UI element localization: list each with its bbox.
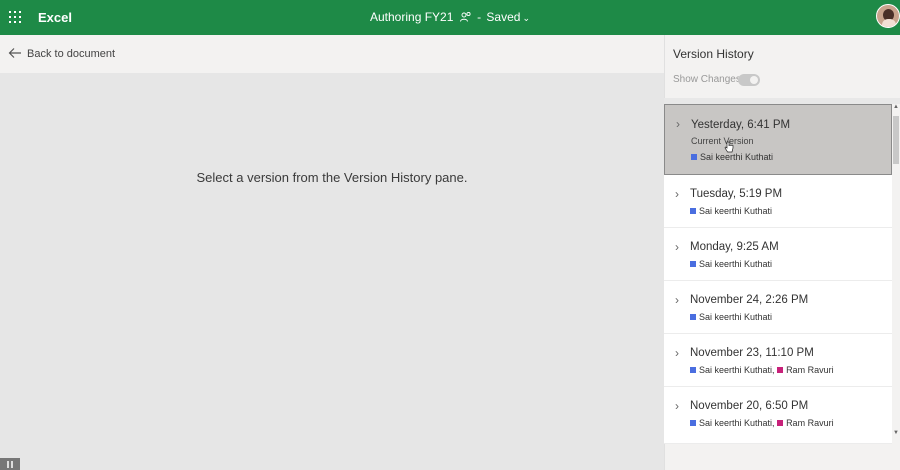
version-authors: Sai keerthi Kuthati bbox=[690, 312, 772, 322]
author-color-marker bbox=[691, 154, 697, 160]
version-authors: Sai keerthi Kuthati, Ram Ravuri bbox=[690, 418, 834, 428]
pane-title: Version History bbox=[673, 47, 754, 61]
mouse-pointer-icon bbox=[724, 141, 734, 153]
version-list: › Yesterday, 6:41 PM Current Version Sai… bbox=[664, 104, 892, 444]
chevron-right-icon[interactable]: › bbox=[675, 399, 679, 413]
current-version-label: Current Version bbox=[691, 136, 754, 146]
author-name: Ram Ravuri bbox=[786, 365, 834, 375]
author-color-marker bbox=[690, 314, 696, 320]
version-item[interactable]: › November 20, 6:50 PM Sai keerthi Kutha… bbox=[664, 387, 892, 444]
avatar[interactable] bbox=[876, 4, 900, 28]
author-name: Sai keerthi Kuthati bbox=[699, 259, 773, 269]
version-item[interactable]: › Tuesday, 5:19 PM Sai keerthi Kuthati bbox=[664, 175, 892, 228]
show-changes-label: Show Changes bbox=[673, 74, 741, 85]
back-to-document-link[interactable]: Back to document bbox=[27, 48, 115, 60]
version-authors: Sai keerthi Kuthati bbox=[690, 259, 772, 269]
version-authors: Sai keerthi Kuthati, Ram Ravuri bbox=[690, 365, 834, 375]
author-color-marker bbox=[777, 367, 784, 373]
chevron-right-icon[interactable]: › bbox=[675, 240, 679, 254]
save-status[interactable]: Saved bbox=[486, 10, 520, 24]
author-color-marker bbox=[777, 420, 784, 426]
author-color-marker bbox=[690, 208, 696, 214]
author-name: Ram Ravuri bbox=[786, 418, 834, 428]
app-header: Excel Authoring FY21 - Saved ⌄ bbox=[0, 0, 900, 35]
scrollbar-thumb[interactable] bbox=[893, 116, 899, 164]
shared-people-icon bbox=[459, 12, 471, 22]
version-item[interactable]: › Monday, 9:25 AM Sai keerthi Kuthati bbox=[664, 228, 892, 281]
author-name: Sai keerthi Kuthati bbox=[699, 312, 773, 322]
version-date: November 23, 11:10 PM bbox=[690, 347, 814, 359]
author-name: Sai keerthi Kuthati bbox=[699, 365, 773, 375]
version-date: Tuesday, 5:19 PM bbox=[690, 188, 783, 200]
version-item[interactable]: › Yesterday, 6:41 PM Current Version Sai… bbox=[664, 104, 892, 175]
chevron-right-icon[interactable]: › bbox=[675, 187, 679, 201]
chevron-right-icon[interactable]: › bbox=[676, 117, 680, 131]
author-color-marker bbox=[690, 367, 696, 373]
scroll-up-icon[interactable]: ▲ bbox=[893, 104, 899, 110]
author-color-marker bbox=[690, 420, 696, 426]
document-title[interactable]: Authoring FY21 bbox=[370, 10, 453, 24]
chevron-right-icon[interactable]: › bbox=[675, 346, 679, 360]
version-authors: Sai keerthi Kuthati bbox=[690, 206, 772, 216]
version-authors: Sai keerthi Kuthati bbox=[691, 152, 773, 162]
author-name: Sai keerthi Kuthati bbox=[699, 418, 773, 428]
chevron-right-icon[interactable]: › bbox=[675, 293, 679, 307]
author-name: Sai keerthi Kuthati bbox=[699, 206, 773, 216]
version-item[interactable]: › November 24, 2:26 PM Sai keerthi Kutha… bbox=[664, 281, 892, 334]
back-arrow-icon[interactable] bbox=[8, 47, 22, 59]
version-date: November 24, 2:26 PM bbox=[690, 294, 809, 306]
document-title-bar[interactable]: Authoring FY21 - Saved ⌄ bbox=[0, 10, 900, 24]
version-date: November 20, 6:50 PM bbox=[690, 400, 809, 412]
scroll-down-icon[interactable]: ▼ bbox=[893, 430, 899, 436]
document-preview-area bbox=[0, 73, 664, 470]
chevron-down-icon[interactable]: ⌄ bbox=[522, 13, 530, 24]
version-date: Yesterday, 6:41 PM bbox=[691, 119, 791, 131]
empty-state-hint: Select a version from the Version Histor… bbox=[196, 170, 468, 185]
version-list-scrollbar[interactable]: ▲ ▼ bbox=[892, 104, 900, 440]
author-name: Sai keerthi Kuthati bbox=[700, 152, 774, 162]
version-date: Monday, 9:25 AM bbox=[690, 241, 779, 253]
version-item[interactable]: › November 23, 11:10 PM Sai keerthi Kuth… bbox=[664, 334, 892, 387]
author-color-marker bbox=[690, 261, 696, 267]
show-changes-toggle[interactable] bbox=[738, 74, 760, 86]
status-toggle-icon[interactable] bbox=[0, 458, 20, 470]
title-separator: - bbox=[477, 10, 482, 24]
